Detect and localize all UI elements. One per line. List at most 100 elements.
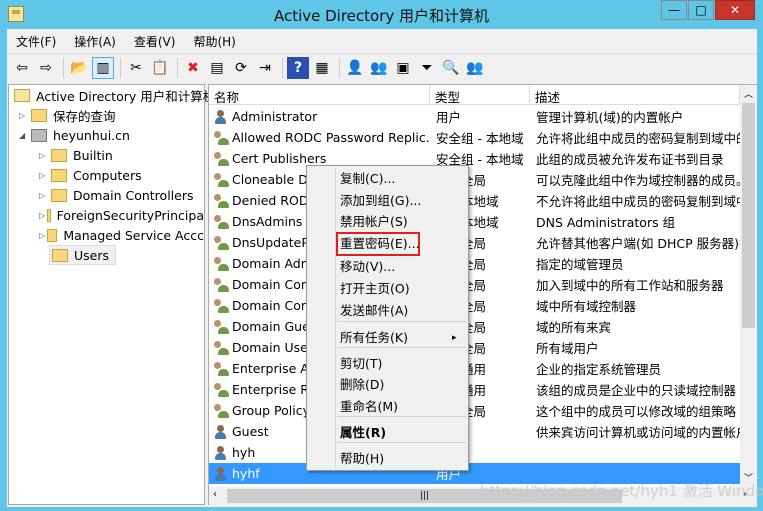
refresh-icon[interactable]: ⟳ (230, 57, 252, 79)
tree-item-computers[interactable]: ▷ Computers (39, 165, 142, 185)
menu-item[interactable]: 帮助(H) (184, 31, 244, 51)
paste-icon[interactable]: 📋 (149, 57, 171, 79)
table-row[interactable]: Enterprise Ac组 - 通用企业的指定系统管理员 (209, 358, 740, 379)
tree-item-managed-service-accc[interactable]: ▷ Managed Service Accc (39, 225, 204, 245)
scroll-left-icon[interactable]: ‹ (213, 489, 217, 500)
context-menu-item[interactable]: 打开主页(O) (340, 279, 410, 299)
folder-icon (47, 208, 51, 222)
context-menu-item[interactable]: 移动(V)... (340, 257, 395, 277)
tree-label: Active Directory 用户和计算机 (36, 88, 216, 104)
column-name[interactable]: 名称 (209, 85, 430, 105)
table-row[interactable]: Cloneable Do组 - 全局可以克隆此组中作为域控制器的成员。 (209, 169, 740, 190)
cut-icon[interactable]: ✂ (125, 57, 147, 79)
new-ou-icon[interactable]: ▣ (392, 57, 414, 79)
table-row[interactable]: DnsUpdatePr组 - 全局允许替其他客户端(如 DHCP 服务器)执 (209, 232, 740, 253)
show-hide-tree-icon[interactable]: ▥ (92, 56, 114, 79)
tree-item-domain-controllers[interactable]: ▷ Domain Controllers (39, 185, 193, 205)
context-menu-item[interactable]: 所有任务(K) (340, 328, 408, 348)
tree-item-builtin[interactable]: ▷ Builtin (39, 145, 113, 165)
context-menu-item[interactable]: 发送邮件(A) (340, 301, 408, 321)
collapse-icon[interactable]: ◢ (19, 131, 29, 140)
toolbar-separator (120, 57, 121, 78)
close-button[interactable]: ✕ (715, 0, 755, 20)
menu-item[interactable]: 操作(A) (65, 31, 125, 51)
table-row[interactable]: Domain Com组 - 全局加入到域中的所有工作站和服务器 (209, 274, 740, 295)
show-action-pane-icon[interactable]: ▦ (311, 57, 333, 79)
expand-icon[interactable]: ▷ (39, 191, 49, 200)
table-row[interactable]: hyh (209, 442, 740, 463)
row-name: Group Policy (232, 403, 310, 418)
tree-item-saved-queries[interactable]: ▷ 保存的查询 (19, 105, 116, 125)
expand-icon[interactable]: ▷ (39, 231, 45, 240)
new-user-icon[interactable]: 👤 (344, 57, 366, 79)
new-group-icon[interactable]: 👥 (368, 57, 390, 79)
table-row[interactable]: Cert Publishers 安全组 - 本地域 此组的成员被允许发布证书到目录 (209, 148, 740, 169)
group-icon (213, 361, 229, 377)
up-folder-icon[interactable]: 📂 (68, 57, 90, 79)
name-cell: Administrator (209, 109, 430, 125)
vertical-scroll-thumb[interactable] (742, 103, 755, 328)
menu-separator (337, 321, 466, 322)
table-row[interactable]: Domain Cont组 - 全局域中所有域控制器 (209, 295, 740, 316)
table-row[interactable]: Denied RODC组 - 本地域不允许将此组中成员的密码复制到域中 (209, 190, 740, 211)
table-row[interactable]: Enterprise Re组 - 通用该组的成员是企业中的只读域控制器 (209, 379, 740, 400)
tree-root[interactable]: Active Directory 用户和计算机 (12, 85, 215, 105)
table-row[interactable]: Domain Gues组 - 全局域的所有来宾 (209, 316, 740, 337)
column-type[interactable]: 类型 (430, 85, 530, 105)
expand-icon[interactable]: ▷ (39, 171, 49, 180)
row-name: Cert Publishers (232, 151, 327, 166)
context-menu-item[interactable]: 重置密码(E)... (340, 234, 420, 254)
tree-item-foreignsecurityprincipa[interactable]: ▷ ForeignSecurityPrincipa (39, 205, 204, 225)
minimize-button[interactable]: — (661, 0, 687, 20)
scroll-up-icon[interactable]: ︿ (744, 87, 753, 100)
table-row[interactable]: DnsAdmins组 - 本地域DNS Administrators 组 (209, 211, 740, 232)
table-row[interactable]: Domain User组 - 全局所有域用户 (209, 337, 740, 358)
column-description[interactable]: 描述 (530, 85, 740, 105)
domain-icon (31, 128, 47, 142)
group-icon (213, 298, 229, 314)
tree-item-users[interactable]: Users (49, 245, 117, 265)
context-menu-item[interactable]: 复制(C)... (340, 169, 395, 189)
context-menu-item[interactable]: 添加到组(G)... (340, 191, 421, 211)
table-row[interactable]: Guest 供来宾访问计算机或访问域的内置帐户 (209, 421, 740, 442)
help-icon[interactable]: ? (287, 56, 309, 79)
context-menu-item[interactable]: 帮助(H) (340, 449, 384, 469)
tree-item-domain[interactable]: ◢ heyunhui.cn (19, 125, 130, 145)
export-list-icon[interactable]: ⇥ (254, 57, 276, 79)
tree-label: Computers (73, 167, 142, 183)
forward-arrow-icon[interactable]: ⇨ (35, 57, 57, 79)
properties-icon[interactable]: ▤ (206, 57, 228, 79)
description-cell: 指定的域管理员 (536, 257, 624, 272)
tree-label: ForeignSecurityPrincipa (56, 207, 204, 223)
back-arrow-icon[interactable]: ⇦ (11, 57, 33, 79)
toolbar: ⇦ ⇨ 📂 ▥ ✂ 📋 ✖ ▤ ⟳ ⇥? ▦ 👤 👥 ▣ ⏷ 🔍 👥 (7, 53, 757, 81)
folder-icon (51, 148, 67, 162)
context-menu-item[interactable]: 禁用帐户(S) (340, 212, 408, 232)
menu-item[interactable]: 查看(V) (125, 31, 185, 51)
find-icon[interactable]: 🔍 (440, 57, 462, 79)
menu-item[interactable]: 文件(F) (7, 31, 65, 51)
row-name: DnsAdmins (232, 214, 303, 229)
add-to-group-icon[interactable]: 👥 (464, 57, 486, 79)
toolbar-separator (339, 57, 340, 78)
vertical-scrollbar[interactable]: ︿ ﹀ (740, 85, 757, 487)
table-row[interactable]: Group Policy组 - 全局这个组中的成员可以修改域的组策略 (209, 400, 740, 421)
expand-icon[interactable]: ▷ (39, 211, 45, 220)
tree-label: Users (74, 247, 110, 263)
context-menu-item[interactable]: 属性(R) (340, 423, 386, 443)
context-menu-item[interactable]: 剪切(T) (340, 354, 382, 374)
context-menu-item[interactable]: 重命名(M) (340, 397, 398, 417)
row-name: Domain Gues (232, 319, 317, 334)
expand-icon[interactable]: ▷ (19, 111, 29, 120)
maximize-button[interactable]: □ (688, 0, 714, 20)
row-name: Domain Cont (232, 298, 314, 313)
table-row[interactable]: Domain Adm组 - 全局指定的域管理员 (209, 253, 740, 274)
delete-icon[interactable]: ✖ (182, 57, 204, 79)
table-row[interactable]: Administrator 用户 管理计算机(域)的内置帐户 (209, 106, 740, 127)
user-icon (213, 109, 229, 125)
expand-icon[interactable]: ▷ (39, 151, 49, 160)
filter-icon[interactable]: ⏷ (416, 57, 438, 79)
description-cell: 供来宾访问计算机或访问域的内置帐户 (536, 425, 740, 440)
context-menu-item[interactable]: 删除(D) (340, 375, 384, 395)
table-row[interactable]: Allowed RODC Password Replic... 安全组 - 本地域… (209, 127, 740, 148)
